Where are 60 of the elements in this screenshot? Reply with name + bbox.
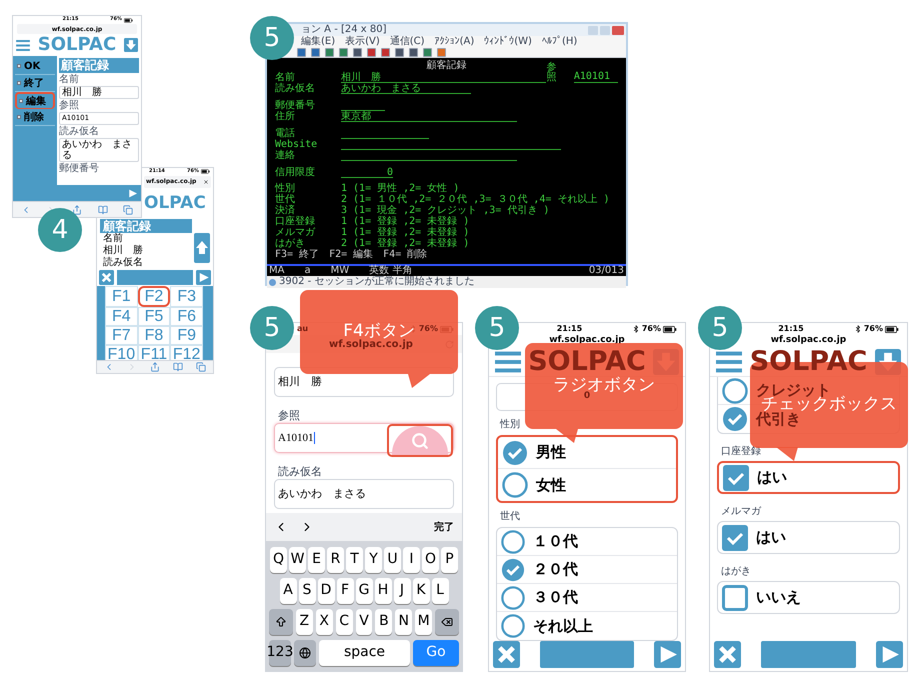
step-badge: 5 bbox=[698, 306, 742, 350]
screen-heading: 顧客記録 bbox=[426, 60, 466, 72]
logo-text: SOLPAC bbox=[528, 346, 646, 376]
battery-percent: 76% bbox=[864, 323, 883, 335]
field-label: Website bbox=[275, 140, 318, 150]
field-label: 連絡 bbox=[275, 151, 296, 161]
field-label: 読み仮名 bbox=[277, 465, 323, 479]
section-title: 顧客記録 bbox=[100, 218, 192, 233]
field-label: 性別 bbox=[275, 184, 296, 194]
form-text: 名前 bbox=[102, 232, 124, 244]
cursor-position: 03/013 bbox=[588, 266, 624, 276]
option-text: 3 (1= 現金 ,2= クレジット ,3= 代引き ) bbox=[341, 206, 550, 216]
status-time: 21:15 bbox=[778, 323, 804, 335]
form-text: 読み仮名 bbox=[102, 256, 144, 269]
step-badge: 5 bbox=[475, 306, 519, 350]
field-label: 口座登録 bbox=[720, 446, 762, 458]
field-label: 参照 bbox=[277, 409, 301, 423]
option-text: 1 (1= 登録 ,2= 未登録 ) bbox=[341, 217, 470, 227]
step-badge: 4 bbox=[38, 208, 82, 252]
status-time: 21:15 bbox=[556, 323, 582, 335]
field-label: 性別 bbox=[498, 419, 521, 431]
field-label: 名前 bbox=[275, 73, 296, 83]
battery-percent: 76% bbox=[418, 323, 438, 335]
field-label: 参照 bbox=[546, 63, 558, 83]
field-label: 住所 bbox=[275, 112, 296, 122]
field-label: 口座登録 bbox=[275, 217, 316, 228]
option-text: 1 (1= 登録 ,2= 未登録 ) bbox=[341, 228, 470, 238]
function-key-text: F3= 終了 F2= 編集 F4= 削除 bbox=[275, 250, 428, 260]
status-indicator: 英数 半角 bbox=[369, 266, 412, 276]
field-label: 世代 bbox=[499, 511, 521, 523]
field-label: 読み仮名 bbox=[275, 84, 316, 94]
step-badge: 5 bbox=[250, 306, 294, 350]
section-title: 顧客記録 bbox=[59, 58, 139, 73]
field-label: 参照 bbox=[59, 100, 80, 111]
field-value: 0 bbox=[584, 391, 590, 404]
logo-text: OLPAC bbox=[144, 193, 206, 214]
field-label: 名前 bbox=[59, 74, 80, 85]
field-label: メルマガ bbox=[720, 506, 762, 518]
field-label: 決済 bbox=[275, 206, 295, 216]
field-label: 世代 bbox=[275, 195, 296, 205]
step-badge: 5 bbox=[250, 16, 294, 60]
field-label: 電話 bbox=[275, 129, 296, 139]
field-label: 郵便番号 bbox=[275, 101, 316, 111]
field-label: メルマガ bbox=[275, 228, 316, 238]
window-title: ョン A - [24 x 80] bbox=[301, 24, 387, 36]
field-label: 郵便番号 bbox=[59, 163, 100, 174]
option-text: 2 (1= 登録 ,2= 未登録 ) bbox=[341, 239, 470, 249]
status-indicator: MA bbox=[269, 266, 284, 276]
status-message: 3902 - セッションが正常に開始されました bbox=[279, 276, 474, 288]
option-text: 2 (1= １０代 ,2= ２０代 ,3= ３０代 ,4= それ以上 ) bbox=[341, 195, 610, 205]
field-label: はがき bbox=[275, 239, 306, 249]
field-label: 読み仮名 bbox=[59, 126, 100, 137]
form-text: 相川 勝 bbox=[102, 244, 144, 256]
field-label: 信用限度 bbox=[275, 168, 316, 178]
field-label: はがき bbox=[720, 566, 752, 578]
status-indicator: MW bbox=[330, 266, 350, 276]
option-text: 1 (1= 男性 ,2= 女性 ) bbox=[341, 184, 460, 194]
battery-percent: 76% bbox=[642, 323, 661, 335]
logo-text: SOLPAC bbox=[38, 35, 116, 55]
status-indicator: a bbox=[304, 266, 311, 276]
